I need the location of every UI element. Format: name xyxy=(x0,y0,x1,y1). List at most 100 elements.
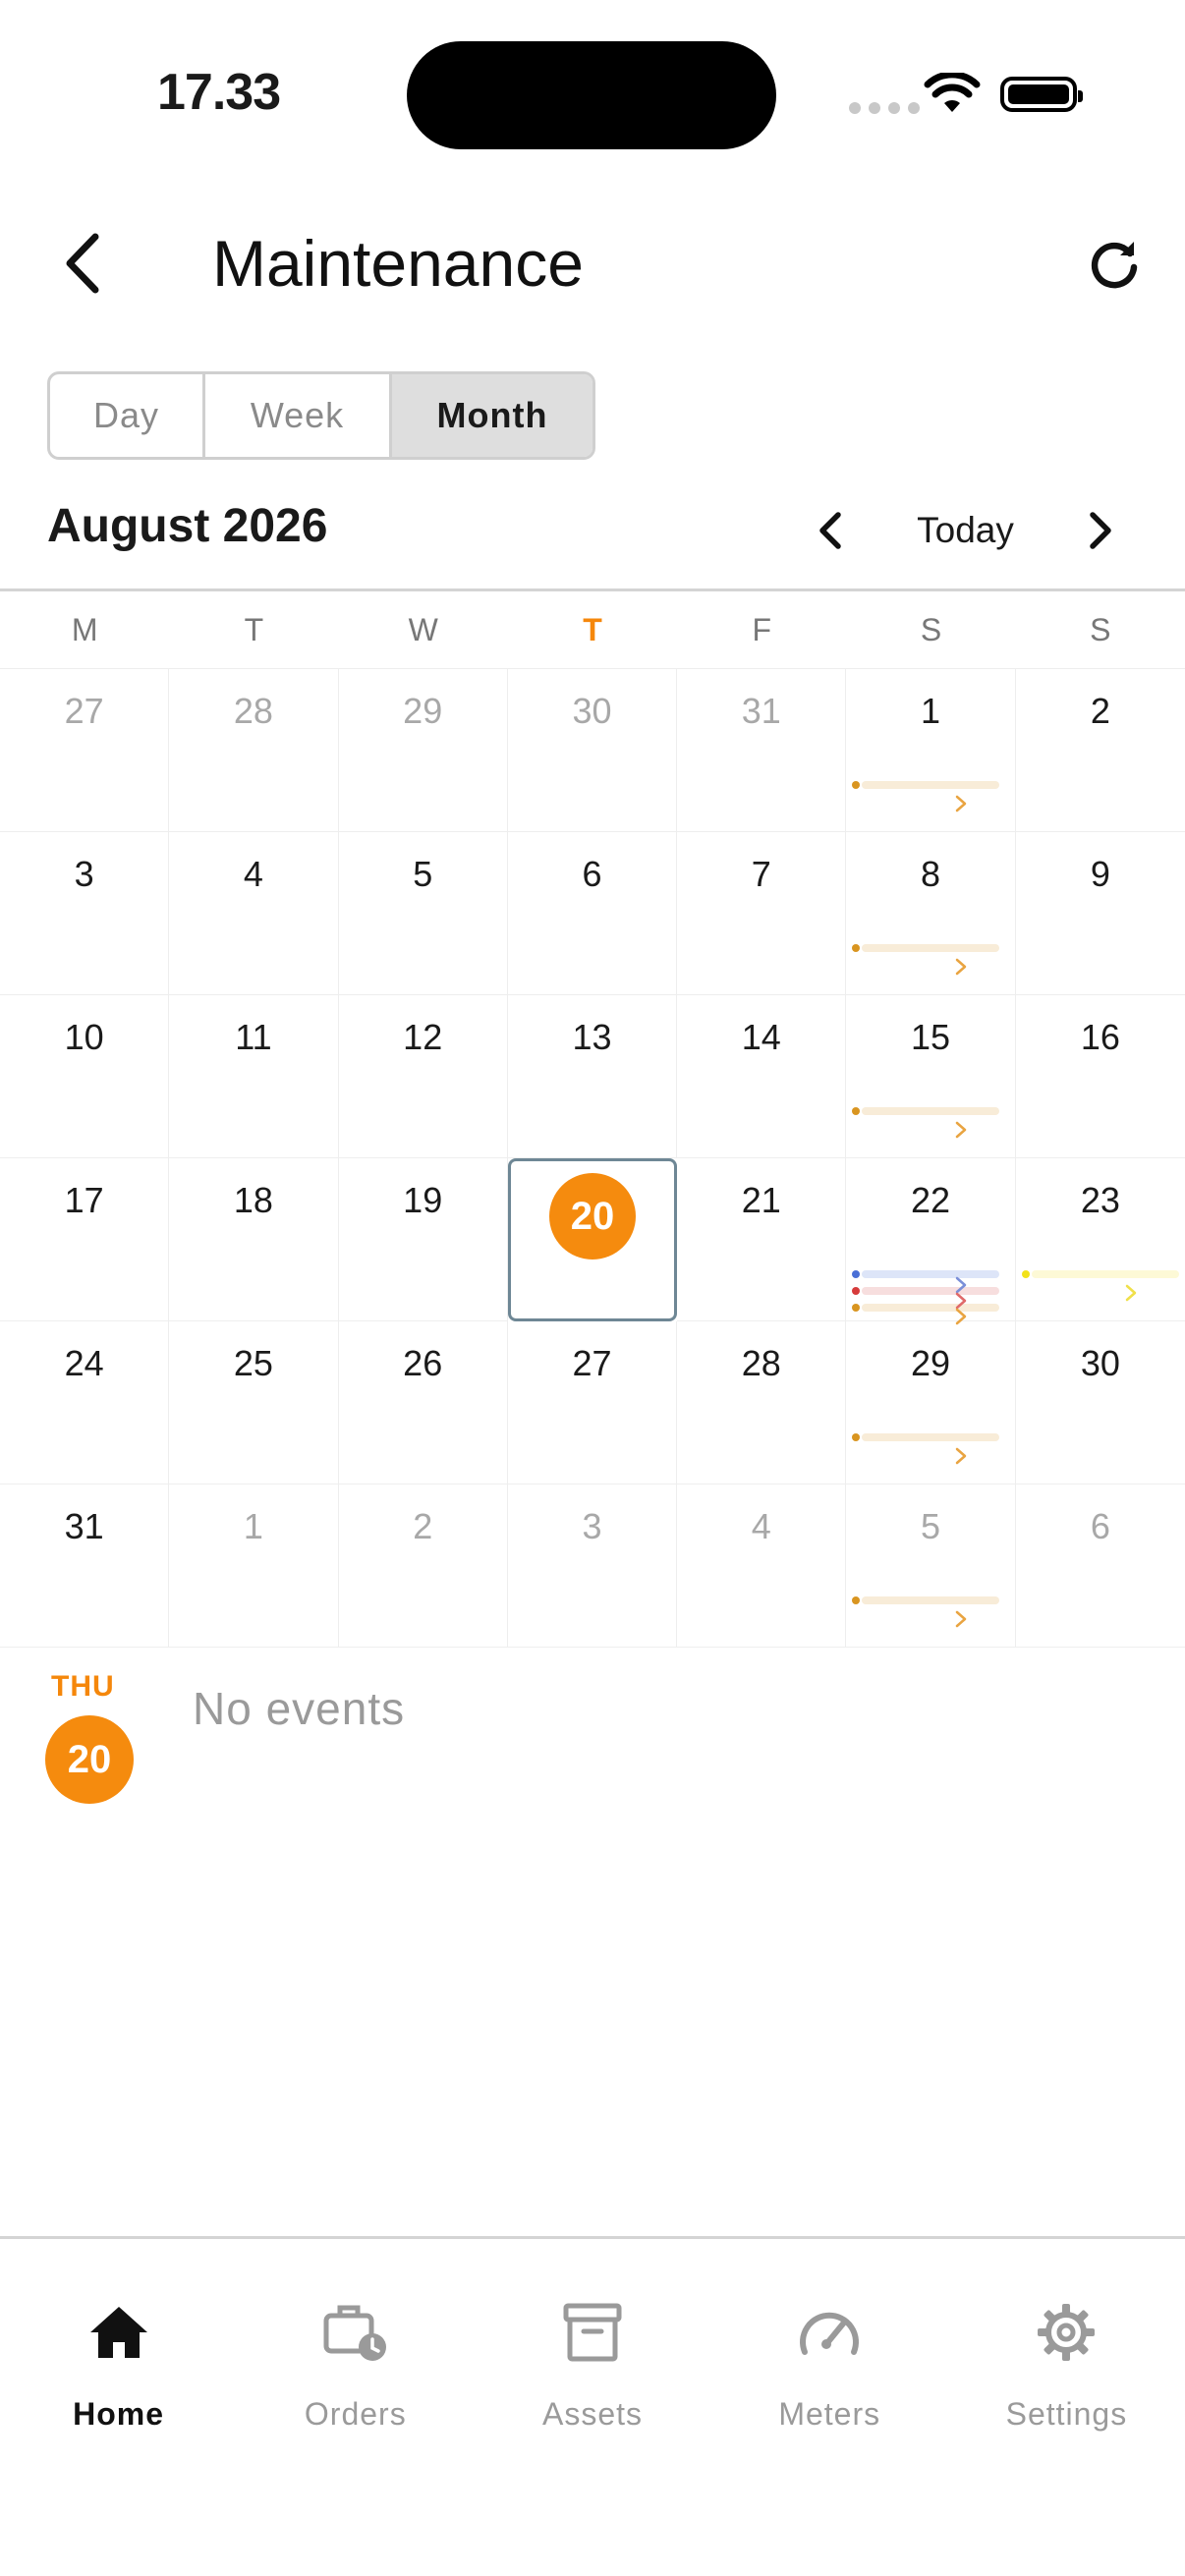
event-indicator[interactable] xyxy=(852,1107,1000,1115)
calendar-day-cell[interactable]: 17 xyxy=(0,1158,170,1321)
calendar-day-cell[interactable]: 24 xyxy=(0,1321,170,1484)
calendar-day-cell[interactable]: 8 xyxy=(846,832,1016,995)
back-button[interactable] xyxy=(49,224,118,303)
event-indicator[interactable] xyxy=(852,1304,1000,1312)
event-indicator[interactable] xyxy=(852,1596,1000,1604)
calendar-day-cell[interactable]: 5 xyxy=(846,1484,1016,1648)
day-number: 1 xyxy=(243,1506,263,1546)
calendar-day-cell[interactable]: 27 xyxy=(0,669,170,832)
tab-home[interactable]: Home xyxy=(0,2239,237,2576)
status-bar: 17.33 xyxy=(0,0,1185,187)
page-title: Maintenance xyxy=(212,227,584,300)
tab-orders[interactable]: Orders xyxy=(237,2239,474,2576)
calendar-day-cell[interactable]: 28 xyxy=(169,669,339,832)
dynamic-island xyxy=(407,41,776,149)
calendar-day-cell[interactable]: 3 xyxy=(507,1484,678,1648)
day-number: 6 xyxy=(582,854,602,894)
day-number: 4 xyxy=(243,854,263,894)
day-number: 22 xyxy=(911,1180,951,1220)
calendar-day-cell[interactable]: 22 xyxy=(846,1158,1016,1325)
calendar-day-cell[interactable]: 19 xyxy=(338,1158,508,1321)
calendar-day-cell[interactable]: 2 xyxy=(338,1484,508,1648)
day-number: 8 xyxy=(921,854,941,894)
calendar-day-cell[interactable]: 15 xyxy=(846,995,1016,1158)
event-indicator[interactable] xyxy=(852,944,1000,952)
calendar-day-cell[interactable]: 31 xyxy=(0,1484,170,1648)
calendar-day-cell[interactable]: 27 xyxy=(507,1321,678,1484)
day-number: 3 xyxy=(74,854,94,894)
weekday-label: M xyxy=(71,611,98,647)
tab-meters[interactable]: Meters xyxy=(711,2239,948,2576)
calendar-day-cell[interactable]: 13 xyxy=(507,995,678,1158)
tab-label: Settings xyxy=(1005,2396,1128,2432)
calendar-day-cell[interactable]: 26 xyxy=(338,1321,508,1484)
calendar-day-cell[interactable]: 9 xyxy=(1015,832,1185,995)
calendar-day-cell[interactable]: 31 xyxy=(677,669,847,832)
calendar-day-cell[interactable]: 4 xyxy=(677,1484,847,1648)
event-indicator[interactable] xyxy=(852,1270,1000,1278)
event-indicator[interactable] xyxy=(1021,1270,1179,1278)
event-indicator[interactable] xyxy=(852,1433,1000,1441)
chevron-right-icon xyxy=(1125,1284,1136,1302)
view-day-tab[interactable]: Day xyxy=(50,374,202,457)
calendar-day-cell[interactable]: 30 xyxy=(507,669,678,832)
day-number: 2 xyxy=(1090,691,1110,731)
refresh-button[interactable] xyxy=(1077,228,1152,303)
calendar-day-cell[interactable]: 5 xyxy=(338,832,508,995)
day-number: 21 xyxy=(741,1180,781,1220)
chevron-right-icon xyxy=(1090,512,1111,549)
status-time: 17.33 xyxy=(157,64,281,121)
previous-month-button[interactable] xyxy=(806,501,855,560)
day-number: 24 xyxy=(64,1343,104,1383)
day-number: 2 xyxy=(413,1506,433,1546)
next-month-button[interactable] xyxy=(1076,501,1125,560)
calendar-day-cell[interactable]: 11 xyxy=(169,995,339,1158)
event-indicator[interactable] xyxy=(852,781,1000,789)
calendar-day-cell[interactable]: 16 xyxy=(1015,995,1185,1158)
calendar-day-cell[interactable]: 10 xyxy=(0,995,170,1158)
calendar-day-cell[interactable]: 1 xyxy=(846,669,1016,832)
day-number: 30 xyxy=(1080,1343,1120,1383)
calendar-day-cell[interactable]: 6 xyxy=(1015,1484,1185,1648)
calendar-day-cell[interactable]: 28 xyxy=(677,1321,847,1484)
calendar-day-cell[interactable]: 30 xyxy=(1015,1321,1185,1484)
briefcase-clock-icon xyxy=(321,2298,390,2367)
calendar-day-cell[interactable]: 21 xyxy=(677,1158,847,1321)
day-number: 23 xyxy=(1080,1180,1120,1220)
chevron-right-icon xyxy=(956,1121,967,1139)
calendar-day-cell[interactable]: 14 xyxy=(677,995,847,1158)
day-number: 31 xyxy=(741,691,781,731)
tab-assets[interactable]: Assets xyxy=(474,2239,710,2576)
calendar-day-cell[interactable]: 3 xyxy=(0,832,170,995)
day-number: 28 xyxy=(741,1343,781,1383)
day-number: 19 xyxy=(403,1180,443,1220)
chevron-right-icon xyxy=(956,1610,967,1628)
weekday-label: S xyxy=(1090,611,1111,647)
chevron-left-icon xyxy=(819,512,841,549)
calendar-day-cell[interactable]: 29 xyxy=(338,669,508,832)
calendar-day-cell[interactable]: 4 xyxy=(169,832,339,995)
calendar-day-cell[interactable]: 18 xyxy=(169,1158,339,1321)
calendar-day-cell[interactable]: 2 xyxy=(1015,669,1185,832)
chevron-left-icon xyxy=(66,233,99,294)
event-indicator[interactable] xyxy=(852,1287,1000,1295)
calendar-day-cell[interactable]: 6 xyxy=(507,832,678,995)
tab-settings[interactable]: Settings xyxy=(948,2239,1185,2576)
refresh-icon xyxy=(1091,242,1138,289)
calendar-day-cell-selected[interactable]: 20 xyxy=(507,1158,678,1321)
calendar-day-cell[interactable]: 1 xyxy=(169,1484,339,1648)
calendar-day-cell[interactable]: 23 xyxy=(1015,1158,1185,1321)
weekday-label: T xyxy=(244,611,264,647)
view-week-tab[interactable]: Week xyxy=(202,374,389,457)
calendar-day-cell[interactable]: 25 xyxy=(169,1321,339,1484)
bottom-tab-bar: Home Orders Assets Meters Settings xyxy=(0,2236,1185,2576)
day-number: 17 xyxy=(64,1180,104,1220)
day-number: 13 xyxy=(572,1017,612,1057)
view-month-tab[interactable]: Month xyxy=(389,374,592,457)
calendar-day-cell[interactable]: 12 xyxy=(338,995,508,1158)
day-number: 4 xyxy=(751,1506,771,1546)
weekday-header: M T W T F S S xyxy=(0,591,1185,668)
today-button[interactable]: Today xyxy=(884,503,1046,558)
calendar-day-cell[interactable]: 7 xyxy=(677,832,847,995)
calendar-day-cell[interactable]: 29 xyxy=(846,1321,1016,1484)
